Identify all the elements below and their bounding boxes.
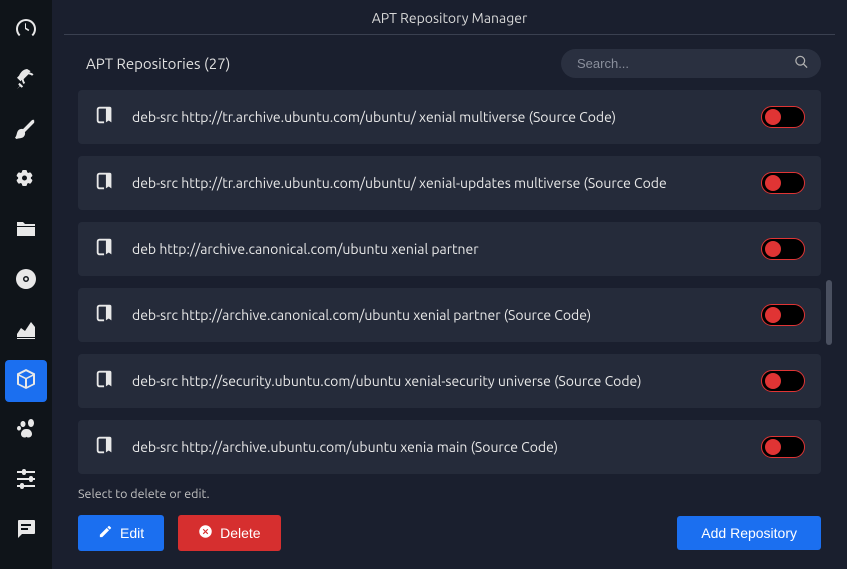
list-title: APT Repositories (27) xyxy=(86,55,230,72)
repo-row[interactable]: deb http://archive.canonical.com/ubuntu … xyxy=(78,222,821,276)
chart-icon xyxy=(14,317,38,345)
repo-toggle[interactable] xyxy=(761,172,805,194)
repo-list: deb-src http://tr.archive.ubuntu.com/ubu… xyxy=(64,90,835,477)
sidebar-item-services[interactable] xyxy=(5,160,47,202)
main-panel: APT Repository Manager APT Repositories … xyxy=(52,0,847,569)
rocket-icon xyxy=(14,67,38,95)
sliders-icon xyxy=(14,467,38,495)
repo-text: deb-src http://tr.archive.ubuntu.com/ubu… xyxy=(132,109,745,125)
search-input[interactable] xyxy=(561,49,821,78)
gauge-icon xyxy=(14,17,38,45)
header-bar: APT Repository Manager xyxy=(64,0,835,34)
brush-icon xyxy=(14,117,38,145)
repo-row[interactable]: deb-src http://tr.archive.ubuntu.com/ubu… xyxy=(78,156,821,210)
x-circle-icon xyxy=(198,524,213,542)
scrollbar-thumb[interactable] xyxy=(826,280,832,345)
header-divider xyxy=(64,34,835,35)
repo-book-icon xyxy=(94,170,116,196)
repo-text: deb-src http://archive.canonical.com/ubu… xyxy=(132,307,745,323)
repo-row[interactable]: deb-src http://archive.ubuntu.com/ubuntu… xyxy=(78,420,821,474)
toggle-knob xyxy=(765,439,781,455)
add-label: Add Repository xyxy=(701,525,797,541)
sidebar xyxy=(0,0,52,569)
delete-button[interactable]: Delete xyxy=(178,515,280,551)
page-title: APT Repository Manager xyxy=(64,10,835,26)
toggle-knob xyxy=(765,373,781,389)
toggle-knob xyxy=(765,307,781,323)
repo-text: deb http://archive.canonical.com/ubuntu … xyxy=(132,241,745,257)
sidebar-item-feedback[interactable] xyxy=(5,510,47,552)
folder-icon xyxy=(14,217,38,245)
hint-text: Select to delete or edit. xyxy=(64,477,835,515)
search-wrap xyxy=(561,49,821,78)
toggle-knob xyxy=(765,109,781,125)
repo-text: deb-src http://tr.archive.ubuntu.com/ubu… xyxy=(132,175,745,191)
repo-book-icon xyxy=(94,434,116,460)
toggle-knob xyxy=(765,175,781,191)
edit-label: Edit xyxy=(120,525,144,541)
repo-text: deb-src http://security.ubuntu.com/ubunt… xyxy=(132,373,745,389)
delete-label: Delete xyxy=(220,525,260,541)
repo-row[interactable]: deb-src http://archive.canonical.com/ubu… xyxy=(78,288,821,342)
search-icon xyxy=(794,54,809,73)
disc-icon xyxy=(14,267,38,295)
sidebar-item-gnome[interactable] xyxy=(5,410,47,452)
subheader: APT Repositories (27) xyxy=(64,49,835,90)
pencil-icon xyxy=(98,524,113,542)
package-icon xyxy=(14,367,38,395)
sidebar-item-processes[interactable] xyxy=(5,210,47,252)
footer-buttons: Edit Delete Add Repository xyxy=(64,515,835,569)
sidebar-item-apt[interactable] xyxy=(5,360,47,402)
repo-book-icon xyxy=(94,302,116,328)
feedback-icon xyxy=(14,517,38,545)
sidebar-item-cleaner[interactable] xyxy=(5,110,47,152)
repo-toggle[interactable] xyxy=(761,304,805,326)
repo-toggle[interactable] xyxy=(761,238,805,260)
sidebar-item-settings[interactable] xyxy=(5,460,47,502)
repo-toggle[interactable] xyxy=(761,370,805,392)
repo-toggle[interactable] xyxy=(761,106,805,128)
toggle-knob xyxy=(765,241,781,257)
repo-book-icon xyxy=(94,236,116,262)
repo-toggle[interactable] xyxy=(761,436,805,458)
sidebar-item-startup[interactable] xyxy=(5,60,47,102)
footprint-icon xyxy=(14,417,38,445)
sidebar-item-resources[interactable] xyxy=(5,310,47,352)
repo-text: deb-src http://archive.ubuntu.com/ubuntu… xyxy=(132,439,745,455)
repo-row[interactable]: deb-src http://security.ubuntu.com/ubunt… xyxy=(78,354,821,408)
edit-button[interactable]: Edit xyxy=(78,515,164,551)
repo-row[interactable]: deb-src http://tr.archive.ubuntu.com/ubu… xyxy=(78,90,821,144)
repo-book-icon xyxy=(94,104,116,130)
gears-icon xyxy=(14,167,38,195)
sidebar-item-dashboard[interactable] xyxy=(5,10,47,52)
sidebar-item-uninstaller[interactable] xyxy=(5,260,47,302)
add-repository-button[interactable]: Add Repository xyxy=(677,516,821,550)
repo-book-icon xyxy=(94,368,116,394)
